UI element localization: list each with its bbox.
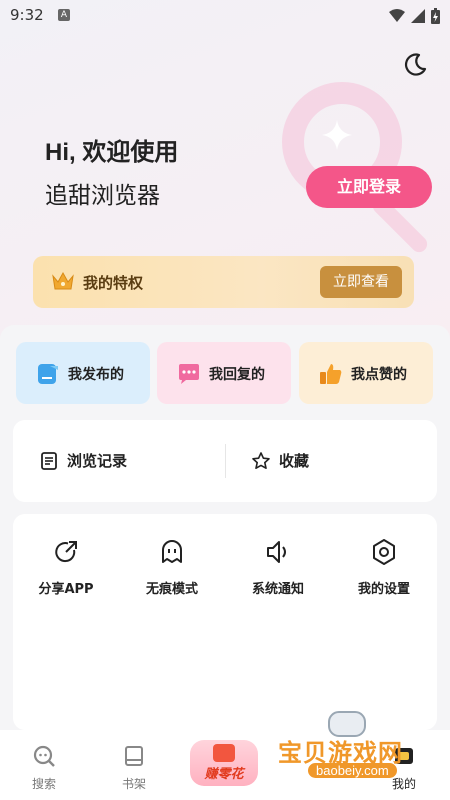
history-label: 浏览记录 <box>67 452 128 470</box>
post-icon <box>38 364 58 384</box>
ghost-icon <box>162 540 182 563</box>
greeting-text: Hi, 欢迎使用 <box>45 139 179 166</box>
privilege-banner[interactable]: 我的特权 立即查看 <box>33 256 414 308</box>
my-likes-label: 我点赞的 <box>351 367 407 383</box>
tab-earn-label: 赚零花 <box>204 767 244 782</box>
status-bar: 9:32 A <box>0 0 450 32</box>
incognito-label: 无痕模式 <box>145 582 198 597</box>
tab-earn[interactable]: 赚零花 <box>190 740 258 786</box>
settings-icon <box>373 539 395 565</box>
incognito-item[interactable]: 无痕模式 <box>127 538 217 597</box>
share-icon <box>55 541 77 562</box>
records-divider <box>225 444 226 478</box>
watermark-url: baobeiy.com <box>308 763 397 778</box>
battery-icon <box>431 8 440 24</box>
login-button[interactable]: 立即登录 <box>306 166 432 208</box>
search-icon <box>33 745 55 767</box>
records-card: 浏览记录 收藏 <box>13 420 437 502</box>
settings-item[interactable]: 我的设置 <box>339 538 429 597</box>
crown-icon <box>52 271 74 290</box>
app-name: 追甜浏览器 <box>45 182 160 208</box>
tab-bookshelf[interactable]: 书架 <box>104 744 164 792</box>
my-likes-tile[interactable]: 我点赞的 <box>299 342 433 404</box>
tab-search-label: 搜索 <box>31 777 56 791</box>
my-posts-label: 我发布的 <box>68 367 124 383</box>
status-icons <box>389 8 440 24</box>
tab-bookshelf-label: 书架 <box>121 777 146 791</box>
view-privilege-button[interactable]: 立即查看 <box>320 266 402 298</box>
my-replies-tile[interactable]: 我回复的 <box>157 342 291 404</box>
star-icon <box>252 451 270 469</box>
my-posts-tile[interactable]: 我发布的 <box>16 342 150 404</box>
sparkle-icon <box>322 120 352 150</box>
history-entry[interactable]: 浏览记录 <box>39 450 127 471</box>
favorites-entry[interactable]: 收藏 <box>251 450 309 471</box>
chat-icon <box>179 364 199 384</box>
my-replies-label: 我回复的 <box>209 367 265 383</box>
tools-card: 分享APP 无痕模式 系统通知 我的设置 <box>13 514 437 730</box>
book-icon <box>125 746 143 766</box>
favorites-label: 收藏 <box>279 452 310 470</box>
speaker-icon <box>267 541 286 563</box>
share-app-label: 分享APP <box>38 582 94 597</box>
share-app-item[interactable]: 分享APP <box>21 538 111 597</box>
thumbs-up-icon <box>320 364 342 384</box>
notifications-item[interactable]: 系统通知 <box>233 538 323 597</box>
notification-badge: A <box>58 9 70 21</box>
privilege-label: 我的特权 <box>83 274 144 292</box>
tab-search[interactable]: 搜索 <box>14 744 74 792</box>
moon-icon[interactable] <box>402 52 428 78</box>
settings-label: 我的设置 <box>357 582 410 597</box>
notifications-label: 系统通知 <box>251 582 304 597</box>
document-icon <box>41 451 57 470</box>
gift-icon <box>213 744 235 762</box>
site-watermark: 宝贝游戏网 baobeiy.com <box>270 705 446 795</box>
status-time: 9:32 <box>10 6 44 24</box>
wifi-icon <box>389 9 405 22</box>
signal-icon <box>411 9 425 23</box>
